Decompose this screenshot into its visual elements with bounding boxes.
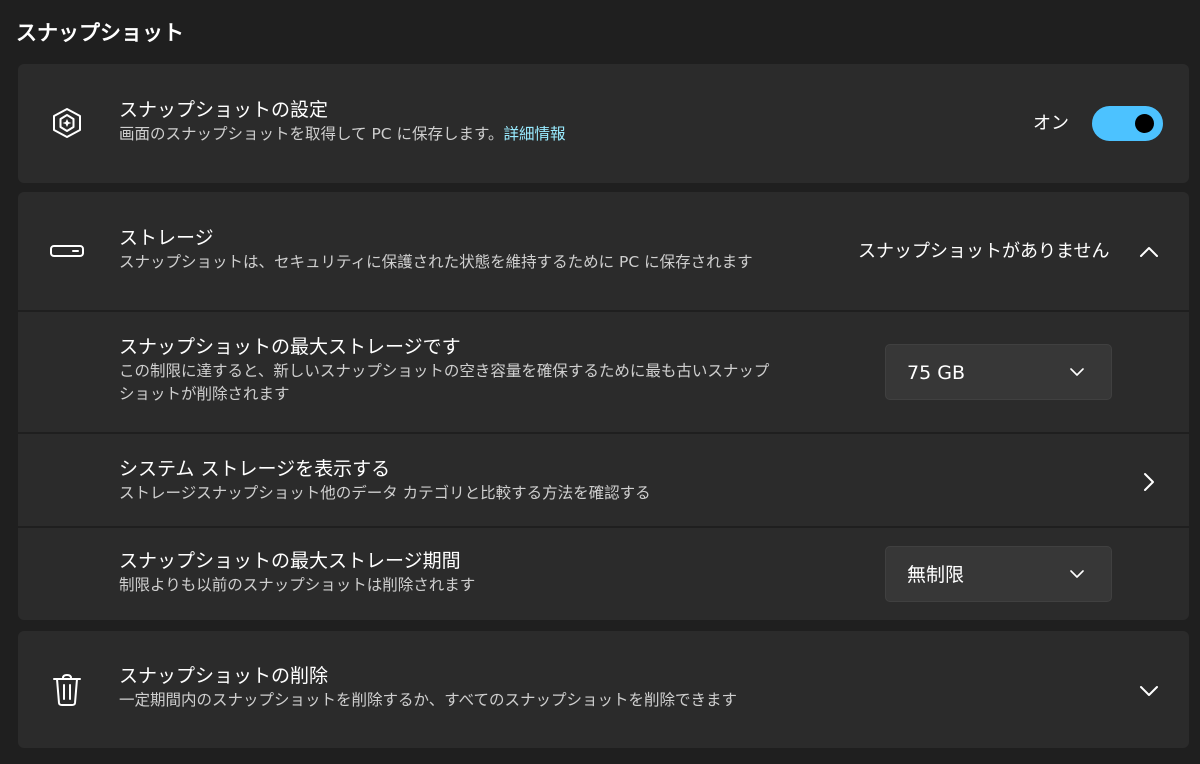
- delete-card: スナップショットの削除 一定期間内のスナップショットを削除するか、すべてのスナッ…: [18, 631, 1189, 748]
- snapshot-setting-card: スナップショットの設定 画面のスナップショットを取得して PC に保存します。詳…: [18, 64, 1189, 183]
- trash-icon: [48, 671, 86, 709]
- storage-texts: ストレージ スナップショットは、セキュリティに保護された状態を維持するために P…: [119, 225, 753, 274]
- max-period-desc: 制限よりも以前のスナップショットは削除されます: [119, 576, 476, 594]
- chevron-down-icon: [1067, 564, 1087, 584]
- system-storage-texts: システム ストレージを表示する ストレージスナップショット他のデータ カテゴリと…: [119, 456, 651, 505]
- storage-card: ストレージ スナップショットは、セキュリティに保護された状態を維持するために P…: [18, 192, 1189, 620]
- max-period-value: 無制限: [907, 564, 965, 586]
- max-storage-texts: スナップショットの最大ストレージです この制限に達すると、新しいスナップショット…: [119, 334, 769, 406]
- system-storage-title: システム ストレージを表示する: [119, 458, 391, 480]
- learn-more-link[interactable]: 詳細情報: [504, 125, 566, 143]
- storage-desc: スナップショットは、セキュリティに保護された状態を維持するために PC に保存さ…: [119, 253, 753, 271]
- toggle-knob: [1135, 114, 1154, 133]
- max-period-title: スナップショットの最大ストレージ期間: [119, 550, 461, 572]
- delete-desc: 一定期間内のスナップショットを削除するか、すべてのスナップショットを削除できます: [119, 691, 737, 709]
- storage-status: スナップショットがありません: [858, 241, 1110, 262]
- toggle-state-label: オン: [1033, 113, 1069, 134]
- snapshot-setting-title: スナップショットの設定: [119, 99, 329, 121]
- snapshot-setting-desc-text: 画面のスナップショットを取得して PC に保存します。: [119, 125, 504, 143]
- chevron-right-icon[interactable]: [1137, 470, 1161, 494]
- storage-title: ストレージ: [119, 227, 214, 249]
- max-storage-desc-line1: この制限に達すると、新しいスナップショットの空き容量を確保するために最も古いスナ…: [119, 362, 770, 380]
- storage-drive-icon: [48, 232, 86, 270]
- max-storage-dropdown[interactable]: 75 GB: [885, 344, 1112, 400]
- max-period-row: スナップショットの最大ストレージ期間 制限よりも以前のスナップショットは削除され…: [18, 526, 1189, 616]
- delete-row[interactable]: スナップショットの削除 一定期間内のスナップショットを削除するか、すべてのスナッ…: [18, 631, 1189, 748]
- max-storage-value: 75 GB: [907, 362, 965, 384]
- max-storage-row: スナップショットの最大ストレージです この制限に達すると、新しいスナップショット…: [18, 310, 1189, 432]
- snapshot-toggle[interactable]: [1092, 106, 1163, 141]
- max-period-dropdown[interactable]: 無制限: [885, 546, 1112, 602]
- system-storage-desc: ストレージスナップショット他のデータ カテゴリと比較する方法を確認する: [119, 484, 651, 502]
- snapshot-icon: [48, 104, 86, 142]
- snapshot-setting-desc: 画面のスナップショットを取得して PC に保存します。詳細情報: [119, 123, 566, 146]
- snapshot-setting-texts: スナップショットの設定 画面のスナップショットを取得して PC に保存します。詳…: [119, 97, 566, 146]
- chevron-down-icon[interactable]: [1137, 679, 1161, 703]
- max-storage-desc-line2: ショットが削除されます: [119, 385, 290, 403]
- max-storage-title: スナップショットの最大ストレージです: [119, 336, 461, 358]
- system-storage-row[interactable]: システム ストレージを表示する ストレージスナップショット他のデータ カテゴリと…: [18, 432, 1189, 526]
- chevron-up-icon[interactable]: [1137, 240, 1161, 264]
- chevron-down-icon: [1067, 362, 1087, 382]
- max-period-texts: スナップショットの最大ストレージ期間 制限よりも以前のスナップショットは削除され…: [119, 548, 475, 597]
- delete-title: スナップショットの削除: [119, 665, 329, 687]
- delete-texts: スナップショットの削除 一定期間内のスナップショットを削除するか、すべてのスナッ…: [119, 663, 737, 712]
- snapshot-setting-row: スナップショットの設定 画面のスナップショットを取得して PC に保存します。詳…: [18, 64, 1189, 183]
- storage-header-row[interactable]: ストレージ スナップショットは、セキュリティに保護された状態を維持するために P…: [18, 192, 1189, 310]
- page-title: スナップショット: [16, 21, 184, 45]
